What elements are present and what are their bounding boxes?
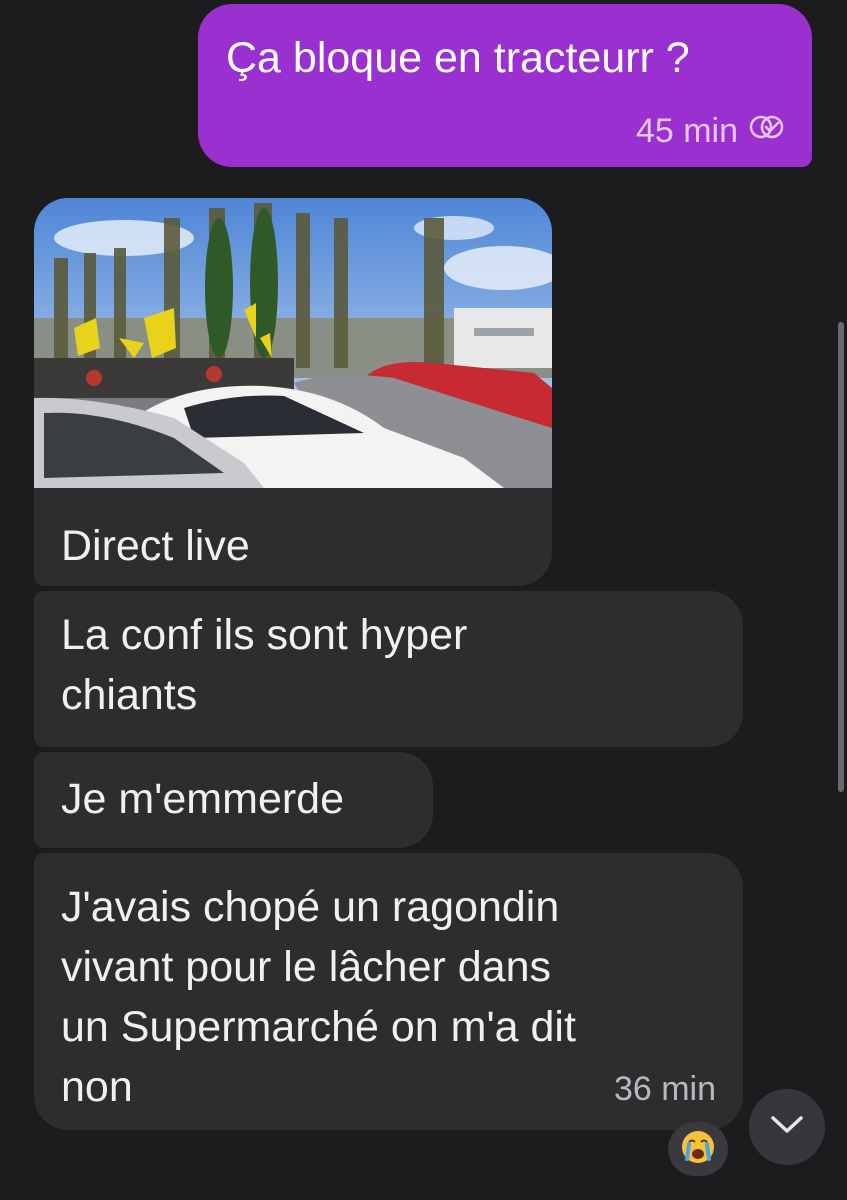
message-line: non [61,1063,133,1111]
reaction-badge[interactable] [668,1122,728,1176]
incoming-message[interactable]: J'avais chopé un ragondin vivant pour le… [34,853,743,1130]
chevron-down-icon [769,1114,805,1141]
photo-thumbnail[interactable] [34,198,552,488]
read-receipt-icon [748,112,786,151]
scroll-to-bottom-button[interactable] [749,1089,825,1165]
outgoing-message[interactable]: Ça bloque en tracteurr ? 45 min [198,4,812,167]
message-line: chiants [61,671,198,719]
crying-face-icon [680,1129,716,1170]
message-text: Je m'emmerde [61,775,345,823]
message-line: La conf ils sont hyper [61,611,468,659]
message-line: vivant pour le lâcher dans [61,943,552,991]
message-text: J'avais chopé un ragondin vivant pour le… [61,877,576,1117]
message-text: La conf ils sont hyper chiants [61,605,467,725]
message-line: un Supermarché on m'a dit [61,1003,576,1051]
incoming-message[interactable]: La conf ils sont hyper chiants [34,591,743,747]
message-line: J'avais chopé un ragondin [61,883,560,931]
message-time: 36 min [613,1070,716,1108]
incoming-message[interactable]: Je m'emmerde [34,752,433,848]
message-time: 45 min [635,112,738,150]
image-caption: Direct live [61,522,250,570]
scrollbar[interactable] [838,322,844,792]
message-meta: 45 min [636,112,786,151]
message-text: Ça bloque en tracteurr ? [226,34,690,82]
image-message[interactable]: Direct live [34,198,552,586]
